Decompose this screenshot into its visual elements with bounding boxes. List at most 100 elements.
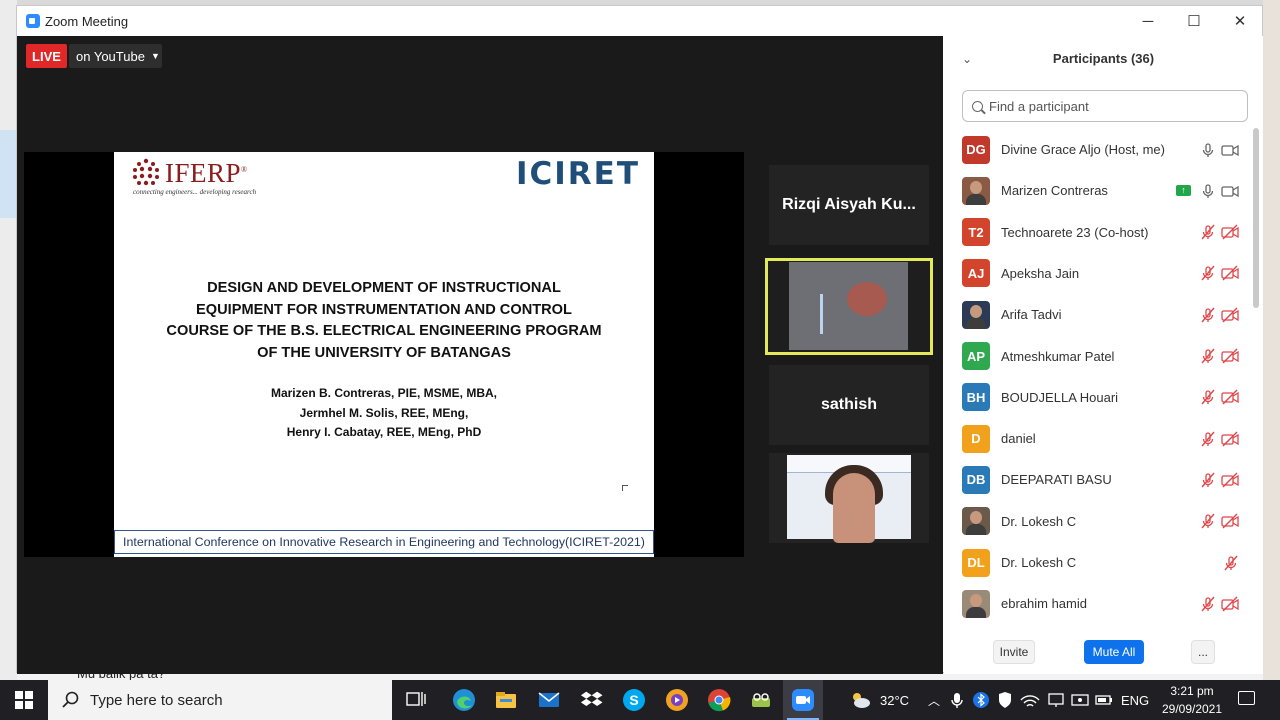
video-off-icon[interactable] bbox=[1221, 265, 1239, 281]
participant-row[interactable]: AP Atmeshkumar Patel bbox=[944, 336, 1252, 377]
zoom-taskbar-button-active[interactable] bbox=[783, 680, 823, 720]
video-off-icon[interactable] bbox=[1221, 596, 1239, 612]
zoom-app-icon bbox=[792, 689, 814, 711]
network-icon[interactable] bbox=[1046, 688, 1066, 712]
participant-search-input[interactable] bbox=[989, 98, 1229, 114]
video-off-icon[interactable] bbox=[1221, 472, 1239, 488]
participant-name: Dr. Lokesh C bbox=[1001, 555, 1077, 570]
participant-name: Marizen Contreras bbox=[1001, 183, 1108, 199]
avatar-body bbox=[966, 317, 986, 329]
more-options-button[interactable]: ... bbox=[1191, 640, 1215, 664]
battery-icon[interactable] bbox=[1094, 688, 1114, 712]
mic-muted-icon[interactable] bbox=[1200, 224, 1216, 240]
mic-muted-icon[interactable] bbox=[1200, 307, 1216, 323]
slide-title-line: EQUIPMENT FOR INSTRUMENTATION AND CONTRO… bbox=[196, 301, 572, 318]
participant-row[interactable]: Marizen Contreras ↑ bbox=[944, 170, 1252, 211]
screen-share-view: IFERP® connecting engineers... developin… bbox=[24, 152, 744, 557]
notification-center-icon[interactable] bbox=[1238, 691, 1255, 705]
start-button[interactable] bbox=[0, 680, 48, 720]
video-off-icon[interactable] bbox=[1221, 224, 1239, 240]
chrome-browser-icon[interactable] bbox=[707, 688, 731, 712]
avatar-head bbox=[970, 180, 982, 194]
gallery-tile[interactable]: Rizqi Aisyah Ku... bbox=[769, 165, 929, 245]
snipping-tool-icon[interactable] bbox=[749, 688, 773, 712]
video-off-icon[interactable] bbox=[1221, 389, 1239, 405]
avatar-body bbox=[966, 524, 986, 536]
participant-name: Apeksha Jain bbox=[1001, 265, 1080, 281]
maximize-button[interactable]: ☐ bbox=[1171, 6, 1217, 36]
mute-all-button[interactable]: Mute All bbox=[1084, 640, 1144, 664]
edge-browser-icon[interactable] bbox=[452, 688, 476, 712]
close-button[interactable]: ✕ bbox=[1217, 6, 1263, 36]
media-player-icon[interactable] bbox=[665, 688, 689, 712]
video-on-icon[interactable] bbox=[1221, 142, 1239, 158]
invite-button[interactable]: Invite bbox=[993, 640, 1035, 664]
participant-row[interactable]: BH BOUDJELLA Houari bbox=[944, 377, 1252, 418]
skype-icon[interactable]: S bbox=[622, 688, 646, 712]
participant-row[interactable]: Arifa Tadvi bbox=[944, 294, 1252, 335]
participant-row[interactable]: DB DEEPARATI BASU bbox=[944, 459, 1252, 500]
avatar-head bbox=[970, 511, 982, 525]
video-off-icon[interactable] bbox=[1221, 307, 1239, 323]
participant-row[interactable]: DG Divine Grace Aljo (Host, me) bbox=[944, 129, 1252, 170]
input-language[interactable]: ENG bbox=[1121, 680, 1149, 720]
participant-row[interactable]: AJ Apeksha Jain bbox=[944, 253, 1252, 294]
mic-muted-icon[interactable] bbox=[1200, 389, 1216, 405]
participant-row[interactable]: T2 Technoarete 23 (Co-host) bbox=[944, 212, 1252, 253]
mic-muted-icon[interactable] bbox=[1223, 555, 1239, 571]
file-explorer-icon[interactable] bbox=[494, 688, 518, 712]
active-speaker-tile[interactable] bbox=[765, 258, 933, 355]
taskbar-search-box[interactable]: Type here to search bbox=[48, 680, 392, 720]
show-hidden-icons-chevron-icon[interactable]: ︿ bbox=[928, 680, 940, 720]
desktop-background-right bbox=[1263, 0, 1280, 680]
video-off-icon[interactable] bbox=[1221, 348, 1239, 364]
minimize-button[interactable]: ─ bbox=[1125, 6, 1171, 36]
mail-icon[interactable] bbox=[537, 688, 561, 712]
iferp-tagline: connecting engineers... developing resea… bbox=[133, 188, 257, 196]
avatar-head bbox=[970, 304, 982, 318]
participant-list-scrollbar[interactable] bbox=[1253, 128, 1259, 308]
mic-on-icon[interactable] bbox=[1200, 142, 1216, 158]
live-on-youtube-dropdown[interactable]: on YouTube ▼ bbox=[69, 44, 162, 68]
mic-muted-icon[interactable] bbox=[1200, 596, 1216, 612]
mic-muted-icon[interactable] bbox=[1200, 431, 1216, 447]
participant-name: daniel bbox=[1001, 431, 1036, 447]
weather-temperature[interactable]: 32°C bbox=[880, 680, 909, 720]
participant-avatar-photo bbox=[962, 176, 990, 205]
weather-cloud-icon[interactable] bbox=[848, 688, 872, 712]
dropbox-icon[interactable] bbox=[580, 688, 604, 712]
taskbar-search-placeholder: Type here to search bbox=[90, 691, 223, 709]
mic-muted-icon[interactable] bbox=[1200, 513, 1216, 529]
iciret-logo: ICIRET bbox=[515, 156, 640, 192]
video-blur-shape bbox=[847, 282, 887, 316]
participant-row[interactable]: Dr. Lokesh C bbox=[944, 501, 1252, 542]
bluetooth-icon[interactable] bbox=[972, 688, 990, 712]
video-off-icon[interactable] bbox=[1221, 431, 1239, 447]
security-shield-icon[interactable] bbox=[996, 688, 1014, 712]
slide-title: DESIGN AND DEVELOPMENT OF INSTRUCTIONAL … bbox=[134, 278, 634, 364]
video-on-icon[interactable] bbox=[1221, 183, 1239, 199]
task-view-icon[interactable] bbox=[404, 688, 428, 712]
microphone-tray-icon[interactable] bbox=[948, 688, 966, 712]
mic-on-icon[interactable] bbox=[1200, 183, 1216, 199]
gallery-tile-video[interactable] bbox=[769, 453, 929, 543]
mic-muted-icon[interactable] bbox=[1200, 472, 1216, 488]
mic-muted-icon[interactable] bbox=[1200, 265, 1216, 281]
participant-name: Arifa Tadvi bbox=[1001, 307, 1062, 323]
system-clock[interactable]: 3:21 pm 29/09/2021 bbox=[1152, 682, 1232, 718]
slide-footer: International Conference on Innovative R… bbox=[114, 530, 654, 554]
live-badge[interactable]: LIVE bbox=[26, 44, 67, 68]
participant-row[interactable]: ebrahim hamid bbox=[944, 583, 1252, 624]
gallery-tile[interactable]: sathish bbox=[769, 365, 929, 445]
participant-avatar: AJ bbox=[962, 259, 990, 288]
video-off-icon[interactable] bbox=[1221, 513, 1239, 529]
participant-row[interactable]: Ddaniel bbox=[944, 418, 1252, 459]
wifi-icon[interactable] bbox=[1019, 688, 1041, 712]
participant-row[interactable]: DL Dr. Lokesh C bbox=[944, 542, 1252, 583]
mic-muted-icon[interactable] bbox=[1200, 348, 1216, 364]
participant-search[interactable] bbox=[962, 90, 1248, 122]
participant-avatar: AP bbox=[962, 342, 990, 370]
video-blur-strip bbox=[820, 294, 823, 334]
slide-author: Henry I. Cabatay, REE, MEng, PhD bbox=[286, 425, 482, 439]
display-icon[interactable] bbox=[1070, 688, 1090, 712]
